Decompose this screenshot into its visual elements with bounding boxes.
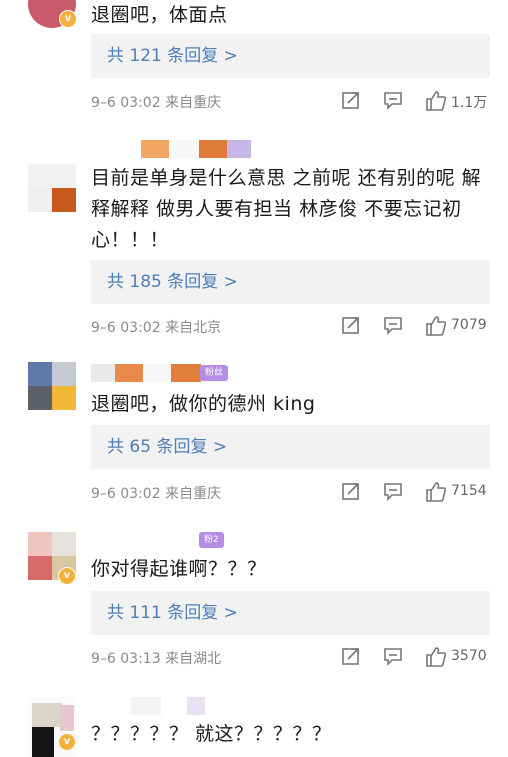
username-redacted[interactable] [91, 697, 211, 717]
comment-meta: 9–6 03:13 来自湖北 3570 [91, 646, 501, 670]
comment-date-location: 9–6 03:02 来自北京 [91, 320, 222, 336]
comment-text: ？？？？？ 就这？？？？？ [91, 723, 332, 745]
view-replies-button[interactable]: 共 121 条回复 > [91, 34, 490, 78]
fan-badge: 粉丝 [200, 365, 229, 381]
share-icon[interactable] [341, 481, 361, 501]
view-replies-button[interactable]: 共 111 条回复 > [91, 591, 490, 635]
view-replies-button[interactable]: 共 65 条回复 > [91, 425, 490, 469]
comment-date-location: 9–6 03:13 来自湖北 [91, 651, 222, 667]
comment-text: 你对得起谁啊？？？ [91, 558, 267, 580]
verified-badge-icon: v [59, 10, 77, 28]
comment-meta: 9–6 03:02 来自北京 7079 [91, 315, 501, 339]
username-redacted[interactable] [91, 140, 261, 160]
comment-date-location: 9–6 03:02 来自重庆 [91, 95, 222, 111]
thumbs-up-icon[interactable] [425, 481, 447, 503]
comment-text: 退圈吧，体面点 [91, 4, 228, 26]
replies-label: 共 111 条回复 > [107, 603, 238, 623]
like-count: 3570 [451, 648, 487, 664]
comment-meta: 9–6 03:02 来自重庆 1.1万 [91, 90, 501, 114]
thumbs-up-icon[interactable] [425, 90, 447, 112]
replies-label: 共 121 条回复 > [107, 46, 238, 66]
like-count: 7079 [451, 317, 487, 333]
share-icon[interactable] [341, 646, 361, 666]
view-replies-button[interactable]: 共 185 条回复 > [91, 260, 490, 304]
comment-icon[interactable] [383, 315, 403, 335]
comment-text: 目前是单身是什么意思 之前呢 还有别的呢 解释解释 做男人要有担当 林彦俊 不要… [91, 167, 482, 251]
comment-text: 退圈吧，做你的德州 king [91, 393, 316, 415]
replies-label: 共 65 条回复 > [107, 437, 228, 457]
comment-icon[interactable] [383, 646, 403, 666]
verified-badge-icon: v [58, 567, 76, 585]
comment-date-location: 9–6 03:02 来自重庆 [91, 486, 222, 502]
comment-meta: 9–6 03:02 来自重庆 7154 [91, 481, 501, 505]
comment-icon[interactable] [383, 481, 403, 501]
thumbs-up-icon[interactable] [425, 646, 447, 668]
share-icon[interactable] [341, 315, 361, 335]
verified-badge-icon: v [58, 733, 76, 751]
replies-label: 共 185 条回复 > [107, 272, 238, 292]
avatar[interactable] [28, 362, 76, 410]
like-count: 1.1万 [451, 95, 488, 111]
avatar[interactable] [28, 164, 76, 212]
share-icon[interactable] [341, 90, 361, 110]
thumbs-up-icon[interactable] [425, 315, 447, 337]
like-count: 7154 [451, 483, 487, 499]
fan-badge: 粉2 [199, 532, 224, 548]
comment-icon[interactable] [383, 90, 403, 110]
